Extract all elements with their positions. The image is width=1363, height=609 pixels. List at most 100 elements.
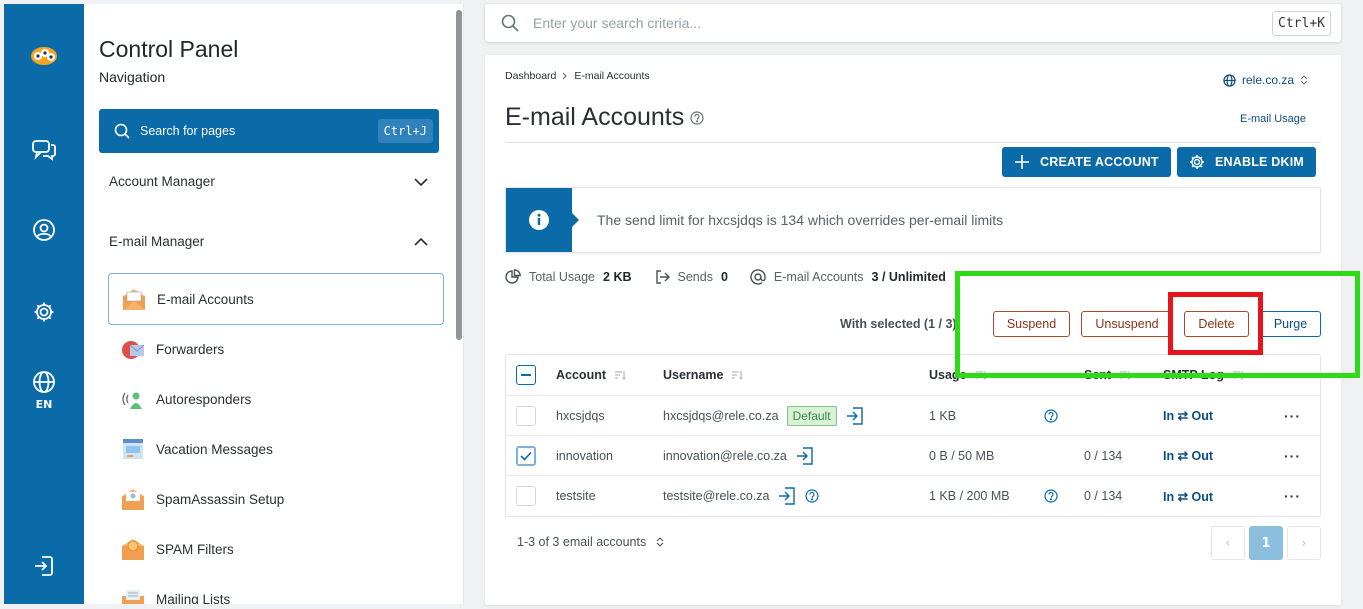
help-icon[interactable] — [805, 489, 820, 503]
enable-dkim-button[interactable]: ENABLE DKIM — [1177, 147, 1317, 177]
row-checkbox[interactable] — [516, 486, 536, 506]
nav-search-shortcut: Ctrl+J — [377, 119, 433, 143]
smtp-log-link[interactable]: In ⇄ Out — [1163, 396, 1213, 435]
nav-item-email-accounts[interactable]: E-mail Accounts — [108, 273, 444, 325]
sort-updown-icon — [656, 537, 664, 547]
column-account[interactable]: Account — [556, 355, 626, 395]
nav-item-spam-filters[interactable]: SPAM Filters — [108, 523, 444, 575]
login-icon[interactable] — [777, 486, 797, 506]
global-search[interactable]: Enter your search criteria... Ctrl+K — [485, 4, 1341, 42]
usage-help-icon[interactable] — [1044, 396, 1058, 435]
row-menu-button[interactable]: ··· — [1284, 476, 1301, 516]
column-label: Usage — [929, 368, 967, 382]
username-cell: testsite@rele.co.za — [663, 476, 820, 516]
create-account-button[interactable]: CREATE ACCOUNT — [1002, 147, 1171, 177]
table-row[interactable]: testsite testsite@rele.co.za 1 KB / 200 … — [506, 476, 1320, 516]
language-selector[interactable]: EN — [4, 370, 84, 411]
sort-icon — [975, 371, 987, 380]
nav-subtitle: Navigation — [99, 69, 166, 85]
logo-icon[interactable] — [4, 42, 84, 68]
sort-updown-icon — [1300, 75, 1308, 85]
row-checkbox[interactable] — [516, 445, 536, 466]
smtp-log-link[interactable]: In ⇄ Out — [1163, 436, 1213, 475]
per-page-selector[interactable]: 1-3 of 3 email accounts — [517, 535, 664, 549]
autoresponder-icon — [120, 386, 146, 412]
nav-item-label: SPAM Filters — [156, 541, 234, 557]
column-sent[interactable]: Sent — [1084, 355, 1132, 395]
unsuspend-button[interactable]: Unsuspend — [1081, 311, 1173, 337]
minus-icon — [521, 374, 531, 376]
next-page-button[interactable]: › — [1287, 526, 1321, 560]
row-checkbox[interactable] — [516, 405, 536, 426]
forwarder-icon — [120, 336, 146, 362]
login-icon[interactable] — [845, 406, 865, 426]
globe-icon — [1223, 73, 1236, 87]
spamassassin-icon — [120, 486, 146, 512]
nav-item-label: Forwarders — [156, 341, 225, 357]
domain-label: rele.co.za — [1242, 73, 1295, 87]
nav-item-vacation-messages[interactable]: Vacation Messages — [108, 423, 444, 475]
logout-icon[interactable] — [4, 554, 84, 578]
account-cell: testsite — [556, 489, 596, 503]
row-menu-button[interactable]: ··· — [1284, 436, 1301, 475]
purge-button[interactable]: Purge — [1260, 311, 1321, 337]
nav-scrollbar[interactable] — [456, 10, 462, 340]
domain-selector[interactable]: rele.co.za — [1223, 73, 1308, 87]
breadcrumb-current: E-mail Accounts — [574, 70, 650, 82]
username-cell: hxcsjdqs@rele.co.za Default — [663, 396, 865, 435]
prev-page-button[interactable]: ‹ — [1211, 526, 1245, 560]
send-icon — [655, 270, 670, 284]
page-1-button[interactable]: 1 — [1249, 526, 1283, 560]
sent-cell: 0 / 134 — [1084, 448, 1123, 463]
column-smtp-log[interactable]: SMTP Log — [1163, 355, 1244, 395]
smtp-log-link[interactable]: In ⇄ Out — [1163, 476, 1213, 516]
nav-item-autoresponders[interactable]: Autoresponders — [108, 373, 444, 425]
select-all-checkbox[interactable] — [516, 365, 536, 385]
nav-item-mailing-lists[interactable]: Mailing Lists — [108, 573, 444, 604]
accounts-table: Account Username Usage Sent SMTP Log hxc… — [505, 354, 1321, 517]
nav-item-forwarders[interactable]: Forwarders — [108, 323, 444, 375]
sort-icon — [732, 371, 744, 380]
suspend-button[interactable]: Suspend — [993, 311, 1070, 337]
chevron-up-icon — [414, 237, 428, 246]
column-username[interactable]: Username — [663, 355, 744, 395]
stat-sends: Sends 0 — [654, 269, 728, 285]
usage-help-icon[interactable] — [1044, 476, 1058, 516]
delete-button[interactable]: Delete — [1184, 311, 1249, 337]
nav-section-email-manager[interactable]: E-mail Manager — [109, 234, 429, 249]
chat-icon[interactable] — [4, 138, 84, 162]
info-text: The send limit for hxcsjdqs is 134 which… — [597, 212, 1004, 228]
language-label: EN — [35, 398, 53, 411]
account-cell: hxcsjdqs — [556, 408, 605, 423]
sort-icon — [1232, 371, 1244, 380]
nav-item-label: SpamAssassin Setup — [156, 491, 285, 507]
table-row[interactable]: innovation innovation@rele.co.za 0 B / 5… — [506, 436, 1320, 476]
breadcrumb-dashboard[interactable]: Dashboard — [505, 70, 556, 82]
usage-cell: 1 KB — [929, 408, 957, 423]
column-label: SMTP Log — [1163, 368, 1224, 382]
help-icon[interactable] — [690, 110, 704, 125]
enable-dkim-label: ENABLE DKIM — [1215, 155, 1305, 169]
gear-icon[interactable] — [4, 300, 84, 324]
global-search-input[interactable]: Enter your search criteria... — [533, 15, 1272, 31]
column-label: Account — [556, 368, 606, 382]
user-icon[interactable] — [4, 218, 84, 242]
stat-value: 2 KB — [603, 270, 632, 284]
nav-item-spamassassin-setup[interactable]: SpamAssassin Setup — [108, 473, 444, 525]
username-cell: innovation@rele.co.za — [663, 436, 815, 475]
stat-email-accounts: E-mail Accounts 3 / Unlimited — [750, 269, 946, 285]
nav-section-account-manager[interactable]: Account Manager — [109, 174, 429, 189]
email-usage-link[interactable]: E-mail Usage — [1240, 113, 1306, 125]
nav-search-button[interactable]: Search for pages Ctrl+J — [99, 109, 439, 153]
table-row[interactable]: hxcsjdqs hxcsjdqs@rele.co.za Default 1 K… — [506, 396, 1320, 436]
username-text: testsite@rele.co.za — [663, 489, 770, 503]
row-menu-button[interactable]: ··· — [1284, 396, 1301, 435]
gear-icon — [1190, 155, 1204, 169]
check-icon — [520, 451, 532, 461]
stat-label: Total Usage — [529, 270, 596, 284]
username-text: innovation@rele.co.za — [663, 448, 787, 463]
sort-icon — [1120, 371, 1132, 380]
nav-title: Control Panel — [99, 36, 239, 62]
column-usage[interactable]: Usage — [929, 355, 987, 395]
login-icon[interactable] — [795, 446, 815, 466]
